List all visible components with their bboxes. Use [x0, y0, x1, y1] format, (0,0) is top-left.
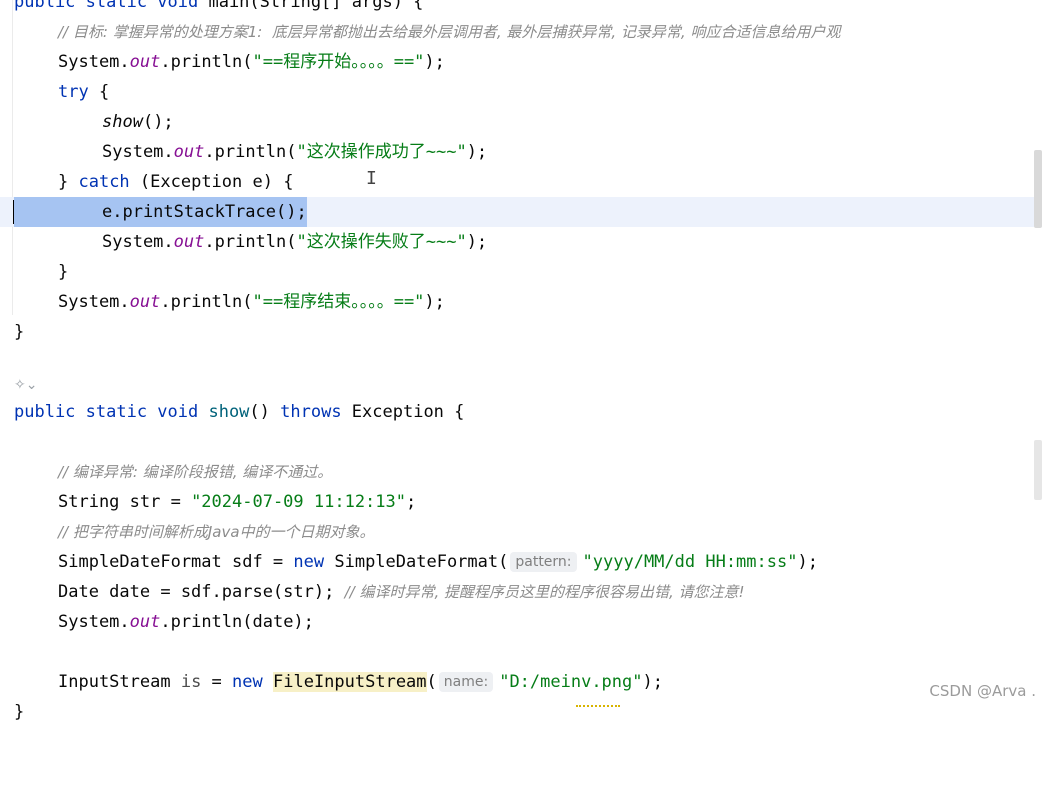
code-line-string-decl[interactable]: String str = "2024-07-09 11:12:13";	[0, 487, 1042, 517]
code-line-stream-decl[interactable]: InputStream is = new FileInputStream(nam…	[0, 667, 1042, 697]
selected-text[interactable]: e.printStackTrace();	[14, 197, 307, 227]
code-line-date-decl[interactable]: Date date = sdf.parse(str); // 编译时异常, 提醒…	[0, 577, 1042, 607]
code-line-goal-comment[interactable]: // 目标: 掌握异常的处理方案1: 底层异常都抛出去给最外层调用者, 最外层捕…	[0, 17, 1042, 47]
code-line-close-catch[interactable]: }	[0, 257, 1042, 287]
ai-assist-icon[interactable]: ✧⌄	[14, 373, 37, 397]
code-line-print-date[interactable]: System.out.println(date);	[0, 607, 1042, 637]
code-line-print-end[interactable]: System.out.println("==程序结束。。。。==");	[0, 287, 1042, 317]
code-line-compile-comment[interactable]: // 编译异常: 编译阶段报错, 编译不通过。	[0, 457, 1042, 487]
code-line-show-signature[interactable]: public static void show() throws Excepti…	[0, 397, 1042, 427]
code-line-print-fail[interactable]: System.out.println("这次操作失败了~~~");	[0, 227, 1042, 257]
code-line-final-brace[interactable]: }	[0, 697, 1042, 727]
unhandled-exception-highlight[interactable]: FileInputStream	[273, 672, 427, 692]
code-line-try[interactable]: try {	[0, 77, 1042, 107]
code-line-catch[interactable]: } catch (Exception e) {	[0, 167, 1042, 197]
code-line-main-signature[interactable]: public static void main(String[] args) {	[0, 0, 1042, 17]
scrollbar-marker	[1034, 440, 1042, 500]
parameter-hint: name:	[438, 672, 494, 692]
mouse-ibeam-cursor: I	[366, 168, 377, 189]
sparkle-icon: ✧	[14, 377, 26, 393]
parameter-hint: pattern:	[510, 552, 577, 572]
code-line-stack-trace-current[interactable]: e.printStackTrace();	[0, 197, 1042, 227]
code-line-parse-comment[interactable]: // 把字符串时间解析成Java中的一个日期对象。	[0, 517, 1042, 547]
watermark: CSDN @Arva .	[929, 682, 1036, 700]
code-line-print-success[interactable]: System.out.println("这次操作成功了~~~");	[0, 137, 1042, 167]
code-line-print-start[interactable]: System.out.println("==程序开始。。。。==");	[0, 47, 1042, 77]
code-line-show-call[interactable]: show();	[0, 107, 1042, 137]
code-editor[interactable]: public static void main(String[] args) {…	[0, 0, 1042, 722]
chevron-down-icon: ⌄	[25, 377, 38, 393]
scrollbar-thumb[interactable]	[1034, 150, 1042, 228]
code-line-sdf-decl[interactable]: SimpleDateFormat sdf = new SimpleDateFor…	[0, 547, 1042, 577]
code-line-close-main[interactable]: }	[0, 317, 1042, 347]
